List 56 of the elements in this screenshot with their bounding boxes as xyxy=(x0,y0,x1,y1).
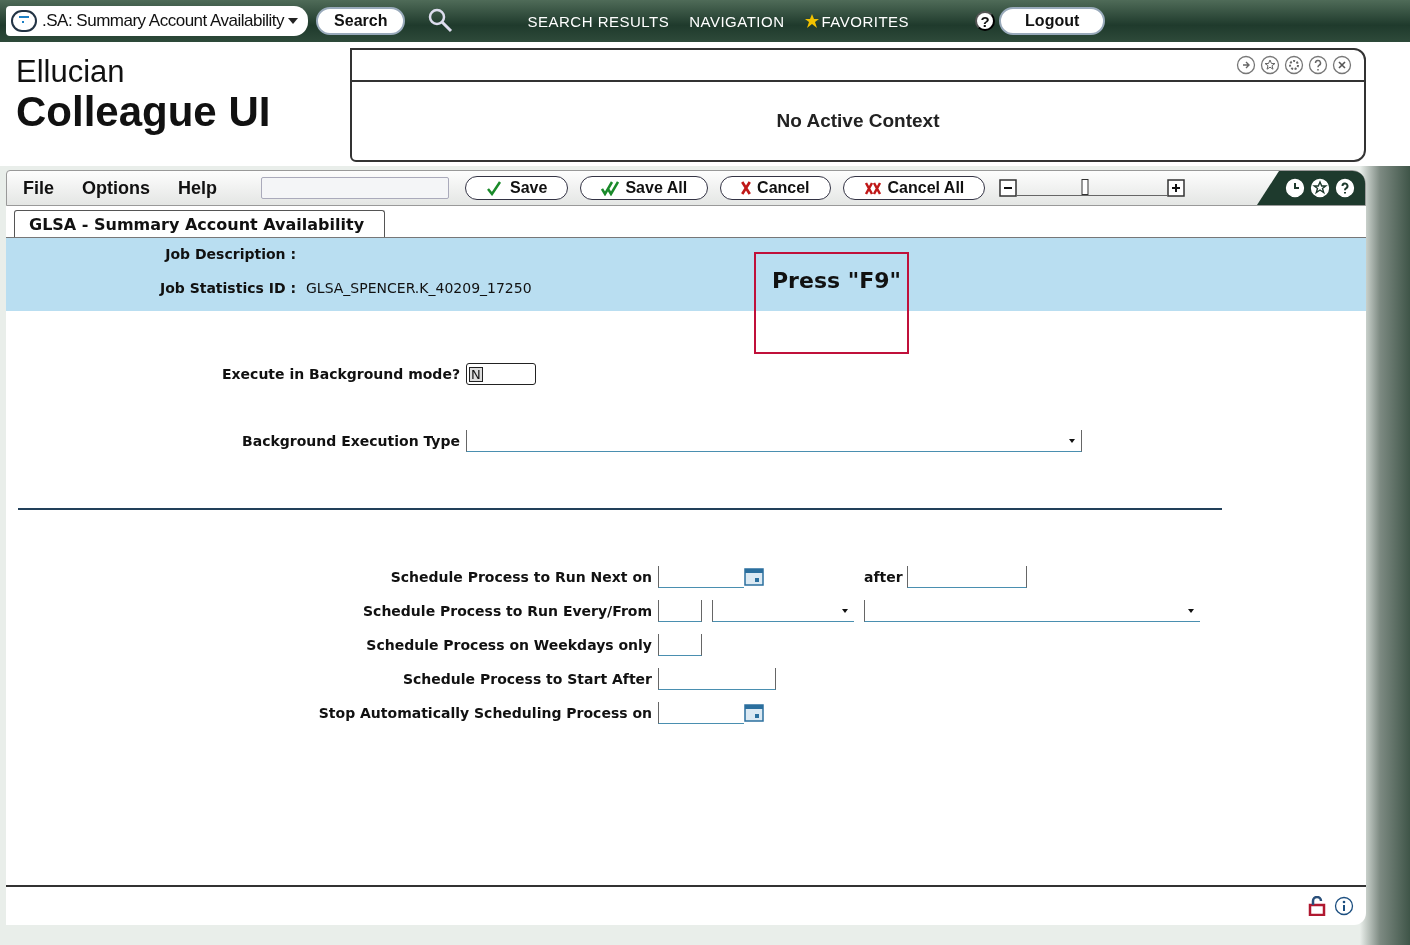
calendar-icon[interactable] xyxy=(744,703,764,723)
context-message: No Active Context xyxy=(775,109,941,133)
form-icon xyxy=(10,9,38,33)
double-cross-icon xyxy=(863,180,882,196)
lock-icon[interactable] xyxy=(1308,896,1326,916)
search-button[interactable]: Search xyxy=(316,7,406,35)
execution-type-dropdown[interactable] xyxy=(466,430,1082,452)
calendar-icon[interactable] xyxy=(744,567,764,587)
date-field[interactable] xyxy=(658,566,744,588)
text-field[interactable] xyxy=(658,668,776,690)
date-field[interactable] xyxy=(658,702,744,724)
form-selector-text: .SA: Summary Account Availability xyxy=(42,11,285,31)
close-icon[interactable] xyxy=(1332,55,1352,75)
field-label: Schedule Process on Weekdays only xyxy=(365,637,653,653)
field-label: Schedule Process to Run Every/From xyxy=(362,603,653,619)
cross-icon xyxy=(741,181,752,195)
dropdown-caret-icon[interactable] xyxy=(288,17,299,25)
clock-icon[interactable] xyxy=(1285,178,1305,198)
field-label: after xyxy=(864,569,904,585)
zoom-out-icon[interactable] xyxy=(999,179,1018,197)
form-tab[interactable]: GLSA - Summary Account Availability xyxy=(14,210,386,238)
toolbar-button[interactable]: Cancel xyxy=(720,176,831,200)
nav-link[interactable]: SEARCH RESULTS xyxy=(517,12,680,30)
callout-note: Press "F9" xyxy=(754,252,909,354)
help-button[interactable]: ? xyxy=(975,11,996,31)
background-mode-field[interactable]: N xyxy=(466,363,536,385)
text-field[interactable] xyxy=(906,566,1027,588)
star-icon xyxy=(804,14,819,28)
double-check-icon xyxy=(601,180,620,196)
toolbar-button[interactable]: Cancel All xyxy=(842,176,986,200)
toolbar-button[interactable]: Save xyxy=(465,176,569,200)
zoom-in-icon[interactable] xyxy=(1167,179,1186,197)
text-field[interactable] xyxy=(658,634,702,656)
menu-item[interactable]: Help xyxy=(178,177,218,199)
brand-name: Ellucian xyxy=(16,54,126,90)
menu-item[interactable]: Options xyxy=(82,177,150,199)
job-description-label: Job Description : xyxy=(163,246,297,262)
nav-link[interactable]: FAVORITES xyxy=(794,12,920,30)
zoom-slider-thumb[interactable] xyxy=(1081,178,1089,195)
toolbar-button[interactable]: Save All xyxy=(580,176,709,200)
field-label: Schedule Process to Run Next on xyxy=(389,569,653,585)
info-icon[interactable] xyxy=(1334,896,1354,916)
field-label: Background Execution Type xyxy=(241,433,461,449)
text-field[interactable] xyxy=(658,600,702,622)
field-value: N xyxy=(470,367,482,381)
form-selector[interactable]: .SA: Summary Account Availability xyxy=(6,6,309,36)
field-label: Execute in Background mode? xyxy=(221,366,461,382)
context-field[interactable] xyxy=(261,177,450,199)
menu-item[interactable]: File xyxy=(23,177,54,199)
field-label: Stop Automatically Scheduling Process on xyxy=(317,705,653,721)
job-statistics-label: Job Statistics ID : xyxy=(158,280,297,296)
logout-button[interactable]: Logout xyxy=(999,7,1106,35)
product-name: Colleague UI xyxy=(16,88,272,136)
nav-link[interactable]: NAVIGATION xyxy=(679,12,795,30)
field-label: Schedule Process to Start After xyxy=(402,671,653,687)
settings-icon[interactable] xyxy=(1284,55,1304,75)
